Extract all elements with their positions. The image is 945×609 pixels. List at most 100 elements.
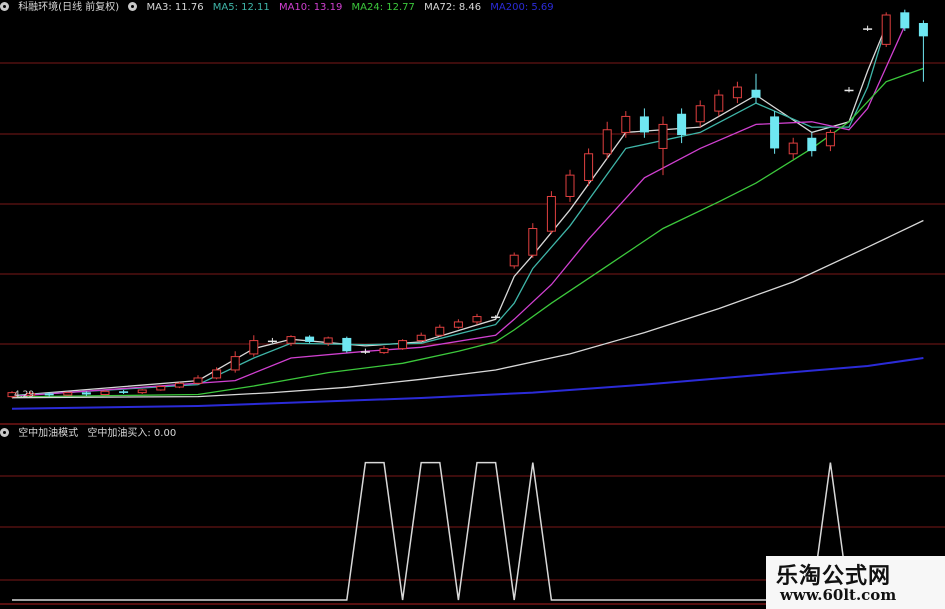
pane-menu-icon[interactable] (128, 2, 138, 11)
candle-body (286, 336, 296, 344)
candle-body (602, 129, 612, 155)
candle-body (844, 89, 854, 92)
candle-body (100, 390, 110, 396)
candle-body (379, 348, 389, 354)
candle-body (918, 23, 928, 37)
low-price-label: 4.29 (14, 390, 34, 400)
candle (825, 129, 835, 152)
ma24-line (11, 67, 924, 398)
candle (602, 121, 612, 160)
pane-menu-icon[interactable] (0, 2, 9, 11)
candle-body (584, 153, 594, 181)
candle-body (491, 316, 501, 319)
ma10-legend: MA10: 13.19 (278, 2, 343, 13)
candle (212, 367, 222, 380)
candle-body (453, 321, 463, 328)
candle-body (695, 105, 705, 123)
candle (360, 348, 370, 354)
candle-body (825, 131, 835, 147)
ma5-legend: MA5: 12.11 (212, 2, 270, 13)
candle-body (881, 14, 891, 45)
candle-body (230, 356, 240, 371)
candle-body (156, 386, 166, 391)
candle-body (509, 254, 519, 267)
candle-body (174, 382, 184, 388)
candle-body (137, 389, 147, 394)
candle-body (212, 369, 222, 379)
ma3-legend: MA3: 11.76 (146, 2, 204, 13)
chart-canvas[interactable]: 4.29 (0, 0, 945, 609)
indicator-pane-header: 空中加油模式 空中加油买入: 0.00 (0, 427, 182, 441)
ma24-legend: MA24: 12.77 (351, 2, 415, 13)
candle-body (807, 137, 817, 152)
candle (695, 100, 705, 128)
candle (584, 148, 594, 186)
candle (677, 108, 687, 144)
candle-body (639, 116, 649, 133)
candle-body (770, 116, 780, 149)
candle-body (119, 391, 129, 393)
candle (714, 89, 724, 117)
candle (193, 375, 203, 385)
candle-body (398, 340, 408, 350)
candle (509, 252, 519, 269)
ma3-line (11, 25, 887, 397)
candle (528, 223, 538, 258)
candle (639, 108, 649, 138)
candle-body (360, 351, 370, 353)
candle (881, 12, 891, 48)
stock-title: 科融环境(日线 前复权) (18, 2, 120, 13)
candle (119, 389, 129, 394)
ma5-line (11, 25, 887, 397)
candle (770, 111, 780, 154)
candle-body (267, 340, 277, 343)
candle-body (44, 393, 54, 396)
candle-body (472, 316, 482, 323)
candle (788, 137, 798, 160)
candle-body (435, 326, 445, 336)
candle-body (323, 337, 333, 344)
candle (249, 335, 259, 357)
candle-body (900, 12, 910, 29)
candle-body (342, 337, 352, 352)
candle (732, 81, 742, 104)
candle (491, 315, 501, 319)
candle-body (193, 377, 203, 384)
candle (844, 87, 854, 93)
candle-body (714, 94, 724, 112)
ma200-line (11, 357, 924, 410)
candle-body (677, 113, 687, 136)
indicator-value: 空中加油买入: 0.00 (87, 428, 177, 439)
candle (305, 335, 315, 344)
candle-body (546, 195, 556, 232)
pane-menu-icon[interactable] (0, 428, 9, 437)
candle (137, 389, 147, 394)
candle (435, 324, 445, 337)
candle (900, 9, 910, 32)
candle (174, 381, 184, 389)
candle (751, 73, 761, 104)
candle (416, 332, 426, 342)
candle (267, 337, 277, 344)
candle (63, 391, 73, 396)
candle-body (249, 340, 259, 355)
candle (230, 351, 240, 373)
candle-body (621, 115, 631, 133)
candle-body (528, 228, 538, 256)
candle-body (863, 28, 873, 30)
ma72-line (11, 219, 924, 399)
candle-body (565, 174, 575, 197)
watermark: 乐淘公式网 www.60lt.com (766, 556, 945, 609)
moving-average-lines (11, 25, 924, 410)
candle-body (751, 89, 761, 98)
candle-body (416, 334, 426, 342)
candle (472, 313, 482, 325)
candle (546, 191, 556, 234)
indicator-title: 空中加油模式 (18, 428, 79, 439)
candle (398, 339, 408, 350)
price-pane-header: 科融环境(日线 前复权) MA3: 11.76 MA5: 12.11 MA10:… (0, 1, 560, 15)
candle (863, 25, 873, 32)
candle (156, 385, 166, 391)
candle-body (81, 392, 91, 395)
candle (807, 132, 817, 157)
